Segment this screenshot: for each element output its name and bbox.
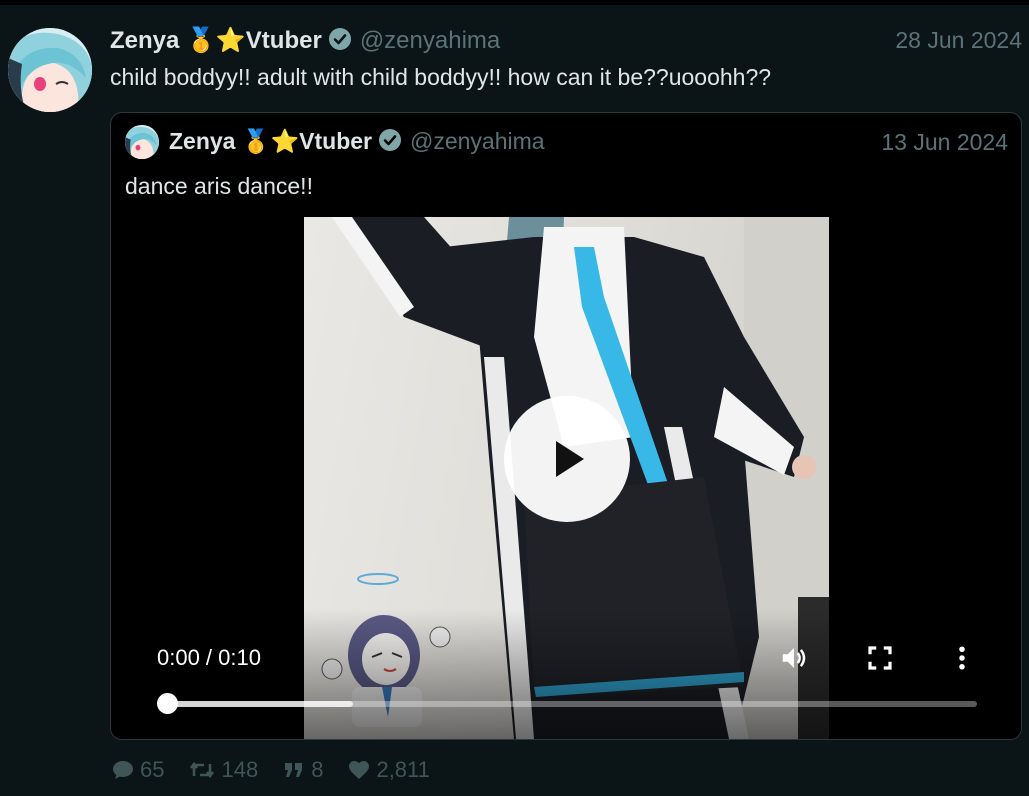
author-name[interactable]: Zenya 🥇⭐Vtuber @zenyahima	[110, 26, 500, 58]
like-button[interactable]: 2,811	[346, 757, 430, 783]
quoted-post[interactable]: Zenya 🥇⭐Vtuber @zenyahima 13 Jun 2024 dan…	[110, 112, 1022, 740]
quoted-display-name[interactable]: Zenya 🥇⭐Vtuber	[169, 128, 372, 154]
volume-icon[interactable]	[779, 643, 809, 678]
retweet-icon	[190, 761, 215, 779]
retweet-button[interactable]: 148	[187, 757, 258, 783]
video-time: 0:00 / 0:10	[157, 645, 261, 670]
like-count: 2,811	[376, 757, 430, 782]
author-display-name[interactable]: Zenya 🥇⭐Vtuber	[110, 27, 322, 54]
fullscreen-icon[interactable]	[865, 643, 895, 678]
quote-count: 8	[311, 757, 324, 782]
post-actions: 65 148 8 2,811	[110, 757, 453, 783]
quote-button[interactable]: 8	[281, 757, 323, 783]
post-text: child boddyy!! adult with child boddyy!!…	[110, 64, 772, 90]
reply-button[interactable]: 65	[110, 757, 164, 783]
quoted-author-name[interactable]: Zenya 🥇⭐Vtuber @zenyahima	[169, 128, 545, 158]
post-date[interactable]: 28 Jun 2024	[895, 27, 1022, 54]
quoted-author-avatar[interactable]	[125, 125, 159, 159]
heart-icon	[349, 761, 370, 779]
quoted-text: dance aris dance!!	[125, 173, 313, 199]
seek-thumb[interactable]	[157, 693, 178, 714]
verified-badge-icon	[328, 27, 352, 58]
reply-count: 65	[140, 757, 165, 782]
verified-badge-icon	[378, 128, 402, 158]
quoted-handle[interactable]: @zenyahima	[410, 128, 545, 154]
more-options-icon[interactable]	[947, 643, 977, 678]
seek-bar[interactable]	[167, 701, 977, 707]
comment-icon	[113, 761, 133, 779]
buffered-range	[167, 701, 353, 707]
author-avatar[interactable]	[8, 28, 92, 112]
retweet-count: 148	[221, 757, 259, 782]
play-button[interactable]	[504, 396, 630, 522]
video-player[interactable]: 0:00 / 0:10	[111, 217, 1021, 739]
post-header: Zenya 🥇⭐Vtuber @zenyahima 28 Jun 2024	[110, 25, 1022, 57]
quote-icon	[285, 763, 303, 777]
top-bar	[0, 0, 1029, 5]
play-icon	[556, 441, 584, 477]
author-handle[interactable]: @zenyahima	[360, 27, 500, 54]
quoted-date[interactable]: 13 Jun 2024	[881, 129, 1008, 156]
